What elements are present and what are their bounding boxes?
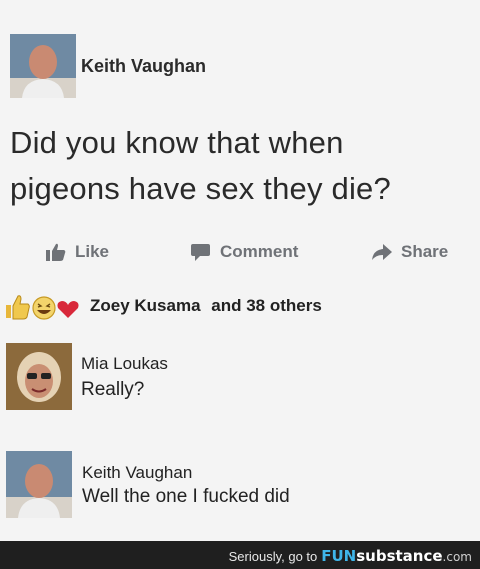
watermark-brand[interactable]: FUNsubstance.com [321,547,472,565]
comment-button[interactable]: Comment [190,240,298,264]
reaction-icons[interactable] [4,290,84,324]
comment-author[interactable]: Keith Vaughan [82,463,192,483]
post-text-line-1: Did you know that when [10,125,344,160]
share-button[interactable]: Share [371,240,448,264]
comment-text: Really? [81,379,145,400]
comment-avatar[interactable] [6,451,72,518]
heart-reaction-icon [57,301,79,318]
like-button[interactable]: Like [45,240,109,264]
avatar-photo-icon [10,34,76,98]
reaction-name[interactable]: Zoey Kusama [90,296,201,315]
post-text: Did you know that when pigeons have sex … [10,120,470,212]
share-arrow-icon [372,244,392,260]
comment-avatar[interactable] [6,343,72,410]
like-label: Like [75,242,110,261]
avatar-photo-icon [6,451,72,518]
post-text-line-2: pigeons have sex they die? [10,171,391,206]
watermark-bar: Seriously, go to FUNsubstance.com [0,541,480,569]
thumbs-up-icon [46,243,66,261]
reaction-summary[interactable]: Zoey Kusama and 38 others [90,296,322,316]
comment-label: Comment [220,242,299,261]
like-reaction-icon [6,295,30,320]
comment-author[interactable]: Mia Loukas [81,354,168,374]
avatar-photo-icon [6,343,72,410]
comment-text: Well the one I fucked did [82,486,290,507]
comment-bubble-icon [191,244,210,261]
share-label: Share [401,242,449,261]
post-author-avatar[interactable] [10,34,76,98]
haha-reaction-icon [32,296,56,320]
post-author-name[interactable]: Keith Vaughan [81,56,206,77]
reaction-others[interactable]: and 38 others [211,296,322,315]
watermark-caption: Seriously, go to [228,548,318,564]
